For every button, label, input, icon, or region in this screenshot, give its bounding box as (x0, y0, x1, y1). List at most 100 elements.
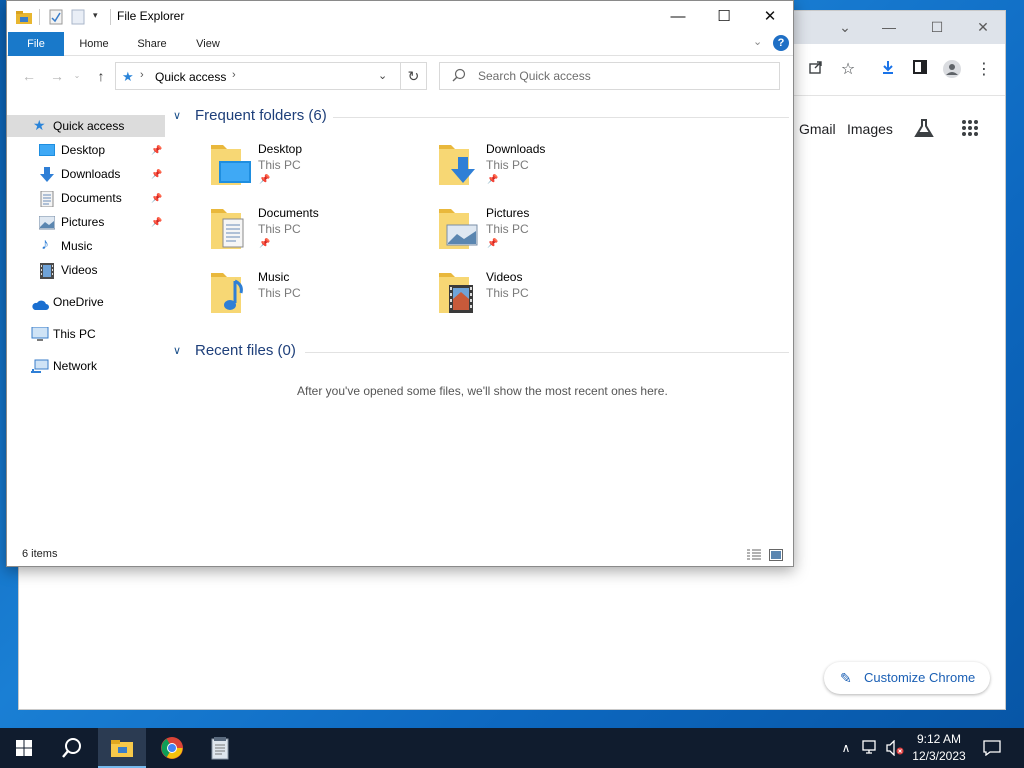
frequent-folders-header[interactable]: ∨ Frequent folders (6) (173, 107, 789, 129)
search-box[interactable] (439, 62, 780, 90)
sidebar-item-label: Desktop (61, 143, 106, 157)
folder-desktop[interactable]: Desktop This PC 📌 (209, 141, 429, 197)
show-hidden-icons-chevron-icon[interactable]: ∧ (836, 728, 856, 768)
expand-ribbon-chevron-icon[interactable]: ⌄ (753, 35, 762, 48)
folder-location: This PC (258, 286, 301, 300)
download-icon[interactable] (877, 59, 899, 81)
sidebar-item-documents[interactable]: Documents 📌 (7, 187, 165, 209)
network-icon (31, 359, 49, 373)
pin-icon: 📌 (487, 174, 499, 184)
sidebar-item-downloads[interactable]: Downloads 📌 (7, 163, 165, 185)
chrome-maximize-button[interactable]: ☐ (917, 16, 957, 38)
pin-icon: 📌 (151, 169, 163, 179)
images-link[interactable]: Images (847, 121, 893, 137)
navigation-bar: ← → ⌄ ↑ ★ › Quick access › ⌄ ↻ (7, 56, 793, 96)
breadcrumb-quick-access[interactable]: Quick access (155, 70, 226, 84)
tab-home[interactable]: Home (69, 32, 119, 56)
window-title: File Explorer (117, 9, 185, 23)
search-taskbar-button[interactable] (48, 728, 96, 768)
chrome-close-button[interactable]: ✕ (963, 16, 1003, 38)
qat-divider (39, 9, 40, 25)
bookmark-star-icon[interactable]: ☆ (837, 59, 859, 81)
pin-icon: 📌 (151, 217, 163, 227)
music-folder-icon (209, 269, 257, 317)
back-arrow-icon[interactable]: ← (19, 66, 39, 86)
sidebar-item-desktop[interactable]: Desktop 📌 (7, 139, 165, 161)
search-icon (452, 68, 466, 85)
forward-arrow-icon[interactable]: → (47, 66, 67, 86)
customize-chrome-button[interactable]: ✎ Customize Chrome (824, 662, 990, 694)
notifications-icon[interactable] (978, 728, 1006, 768)
labs-flask-icon[interactable] (913, 117, 935, 142)
frequent-folders-title: Frequent folders (6) (195, 107, 327, 124)
sidebar-item-music[interactable]: ♪ Music (7, 235, 165, 257)
document-icon (40, 190, 56, 208)
customize-qat-chevron-icon[interactable]: ▾ (93, 10, 98, 26)
sidebar-item-network[interactable]: Network (7, 355, 165, 377)
properties-icon[interactable] (49, 9, 63, 25)
collapse-chevron-icon[interactable]: ∨ (173, 344, 181, 357)
maximize-button[interactable]: ☐ (701, 1, 747, 32)
title-divider (110, 9, 111, 25)
chrome-minimize-button[interactable]: — (869, 16, 909, 38)
breadcrumb-chevron-icon[interactable]: › (140, 69, 144, 81)
new-folder-icon[interactable] (71, 9, 85, 25)
sidebar-item-label: OneDrive (53, 295, 104, 309)
gmail-link[interactable]: Gmail (799, 121, 836, 137)
folder-documents[interactable]: Documents This PC 📌 (209, 205, 429, 261)
breadcrumb-next-chevron-icon[interactable]: › (232, 69, 236, 81)
start-button[interactable] (0, 728, 48, 768)
minimize-button[interactable]: — (655, 1, 701, 32)
customize-chrome-label: Customize Chrome (864, 670, 976, 685)
folder-downloads[interactable]: Downloads This PC 📌 (437, 141, 657, 197)
chrome-taskbar-button[interactable] (148, 728, 196, 768)
large-icons-view-icon[interactable] (769, 549, 783, 561)
search-input[interactable] (478, 67, 768, 85)
side-panel-icon[interactable] (909, 59, 931, 81)
star-icon: ★ (33, 117, 46, 133)
file-explorer-taskbar-button[interactable] (98, 728, 146, 768)
quick-access-star-icon: ★ (122, 69, 134, 84)
sidebar-item-this-pc[interactable]: This PC (7, 323, 165, 345)
tab-view[interactable]: View (183, 32, 233, 56)
apps-grid-icon[interactable] (961, 119, 979, 140)
computer-icon (31, 326, 49, 341)
up-arrow-icon[interactable]: ↑ (91, 66, 111, 86)
help-button[interactable]: ? (773, 35, 789, 51)
pin-icon: 📌 (487, 238, 499, 248)
video-icon (40, 263, 56, 279)
volume-muted-icon[interactable] (884, 728, 906, 768)
pin-icon: 📌 (259, 174, 271, 184)
sidebar-item-videos[interactable]: Videos (7, 259, 165, 281)
recent-locations-chevron-icon[interactable]: ⌄ (67, 66, 87, 86)
tab-share[interactable]: Share (127, 32, 177, 56)
tab-file[interactable]: File (8, 32, 64, 56)
address-dropdown-chevron-icon[interactable]: ⌄ (378, 69, 387, 82)
collapse-chevron-icon[interactable]: ∨ (173, 109, 181, 122)
pictures-folder-icon (437, 205, 485, 253)
profile-avatar-icon[interactable] (941, 59, 963, 81)
folder-pictures[interactable]: Pictures This PC 📌 (437, 205, 657, 261)
address-bar[interactable]: ★ › Quick access › ⌄ (115, 62, 401, 90)
sidebar-item-onedrive[interactable]: OneDrive (7, 291, 165, 313)
chrome-menu-icon[interactable]: ⋮ (973, 59, 995, 81)
system-clock[interactable]: 9:12 AM 12/3/2023 (906, 731, 972, 765)
folder-videos[interactable]: Videos This PC (437, 269, 657, 325)
folder-location: This PC (486, 222, 529, 236)
share-icon[interactable] (805, 59, 827, 81)
folder-music[interactable]: Music This PC (209, 269, 429, 325)
notepad-taskbar-button[interactable] (196, 728, 244, 768)
details-view-icon[interactable] (747, 549, 761, 561)
recent-files-header[interactable]: ∨ Recent files (0) (173, 342, 789, 364)
section-divider (305, 352, 789, 353)
sidebar-item-pictures[interactable]: Pictures 📌 (7, 211, 165, 233)
downloads-folder-icon (437, 141, 485, 189)
status-bar: 6 items (7, 545, 793, 567)
network-tray-icon[interactable] (860, 728, 882, 768)
sidebar-item-quick-access[interactable]: ★ Quick access (7, 115, 165, 137)
pictures-icon (38, 215, 56, 230)
chrome-tab-search-icon[interactable]: ⌄ (825, 16, 865, 38)
folder-name: Desktop (258, 142, 303, 156)
refresh-icon[interactable]: ↻ (400, 62, 427, 90)
close-button[interactable]: ✕ (747, 1, 793, 32)
